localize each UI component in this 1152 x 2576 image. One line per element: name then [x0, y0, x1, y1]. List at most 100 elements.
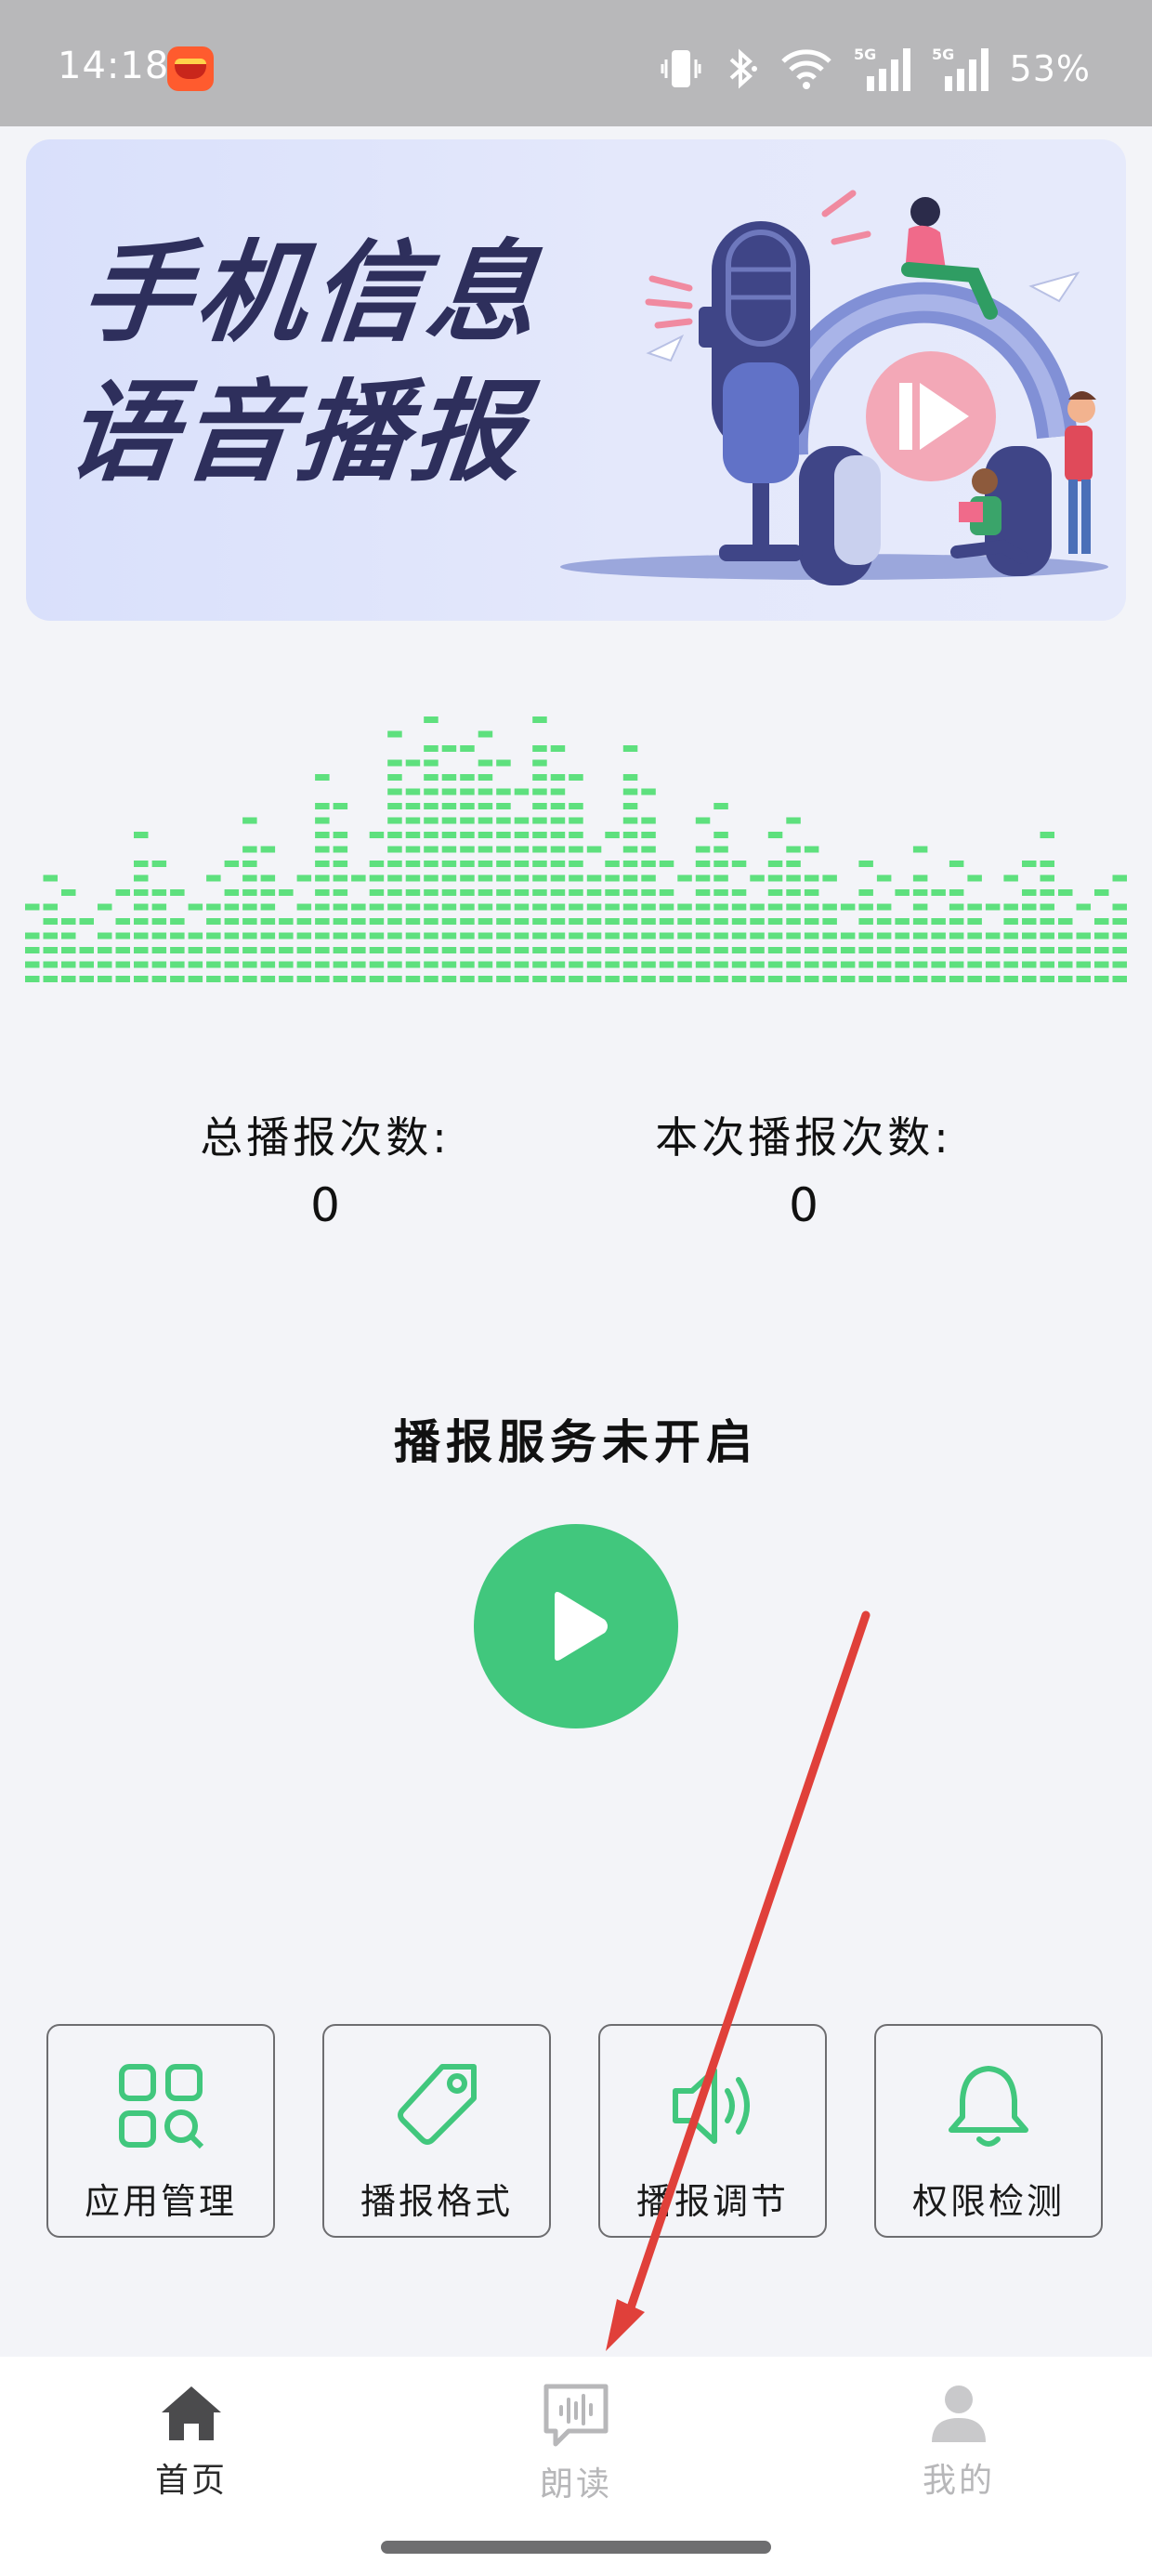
home-icon — [162, 2386, 221, 2440]
equalizer-bar — [514, 788, 530, 982]
permission-check-card[interactable]: 权限检测 — [874, 2024, 1103, 2238]
equalizer-bar — [876, 874, 892, 982]
start-service-button[interactable] — [474, 1524, 678, 1728]
banner-title-line2: 语音播报 — [59, 368, 535, 496]
nav-mine[interactable]: 我的 — [866, 2383, 1052, 2502]
app-notification-icon — [167, 46, 214, 91]
status-icons: 5G 5G 53% — [661, 41, 1091, 97]
equalizer-bar — [767, 832, 783, 982]
broadcast-adjust-card[interactable]: 播报调节 — [598, 2024, 827, 2238]
home-indicator[interactable] — [381, 2541, 771, 2554]
person-icon — [932, 2385, 986, 2442]
equalizer-bar — [622, 745, 638, 982]
banner-title: 手机信息 语音播报 — [59, 223, 550, 502]
equalizer-bar — [569, 774, 583, 982]
equalizer-bar — [260, 846, 276, 982]
session-broadcast-label: 本次播报次数: — [655, 1112, 952, 1163]
equalizer-bar — [895, 889, 910, 982]
play-icon — [555, 1592, 608, 1661]
nav-read[interactable]: 朗读 — [483, 2383, 669, 2505]
equalizer-bar — [949, 861, 964, 982]
svg-text:5G: 5G — [932, 46, 954, 63]
nav-home[interactable]: 首页 — [98, 2383, 284, 2502]
status-time: 14:18 — [58, 45, 170, 87]
broadcast-format-label: 播报格式 — [360, 2181, 513, 2222]
equalizer-bar — [115, 889, 130, 982]
equalizer-bar — [460, 745, 475, 982]
equalizer-bar — [405, 759, 421, 982]
hero-banner: 手机信息 语音播报 — [26, 139, 1126, 621]
equalizer-bar — [532, 716, 547, 982]
equalizer-bar — [967, 874, 982, 982]
tag-icon — [390, 2059, 483, 2152]
equalizer-bar — [1076, 903, 1091, 982]
equalizer-bar — [351, 874, 366, 982]
svg-text:5G: 5G — [854, 46, 876, 63]
speaker-icon — [666, 2059, 759, 2152]
equalizer-bar — [840, 903, 856, 982]
session-broadcast-value: 0 — [789, 1178, 818, 1232]
equalizer-bar — [586, 846, 602, 982]
equalizer-bar — [912, 846, 928, 982]
equalizer-bar — [931, 889, 946, 982]
nav-home-label: 首页 — [154, 2462, 228, 2500]
equalizer-bar — [677, 874, 692, 982]
total-broadcast-label: 总播报次数: — [200, 1112, 451, 1163]
feature-grid: 应用管理 播报格式 播报调节 权限检测 — [46, 2024, 1106, 2238]
equalizer-bar — [641, 788, 656, 982]
equalizer-bar — [369, 832, 385, 982]
equalizer-bar — [134, 832, 149, 982]
equalizer-bar — [550, 745, 566, 982]
equalizer-bar — [1040, 832, 1054, 982]
equalizer-bar — [496, 759, 511, 982]
wifi-icon — [779, 46, 833, 91]
equalizer-bar — [279, 889, 294, 982]
equalizer-bar — [188, 903, 203, 982]
battery-level: 53% — [1009, 48, 1091, 89]
banner-title-line1: 手机信息 — [74, 229, 550, 357]
total-broadcast-counter: 总播报次数: 0 — [186, 1104, 465, 1232]
equalizer-bar — [858, 861, 873, 982]
equalizer-bar — [750, 874, 765, 982]
vibrate-icon — [661, 46, 701, 91]
grid-search-icon — [116, 2059, 205, 2152]
equalizer-bar — [985, 903, 1001, 982]
equalizer-bar — [478, 730, 493, 982]
equalizer-bar — [424, 716, 439, 982]
equalizer-bar — [1112, 874, 1127, 982]
equalizer-bar — [242, 817, 257, 982]
equalizer-bar — [1094, 889, 1109, 982]
equalizer-visualizer — [25, 716, 1127, 982]
app-management-card[interactable]: 应用管理 — [46, 2024, 275, 2238]
bell-icon — [942, 2059, 1035, 2152]
equalizer-bar — [731, 861, 747, 982]
signal-5g-icon: 5G — [932, 45, 989, 93]
voice-message-icon — [543, 2384, 609, 2447]
broadcast-format-card[interactable]: 播报格式 — [322, 2024, 551, 2238]
equalizer-bar — [25, 903, 40, 982]
equalizer-bar — [605, 832, 620, 982]
broadcast-adjust-label: 播报调节 — [635, 2181, 789, 2222]
equalizer-bar — [804, 846, 819, 982]
equalizer-bar — [170, 889, 185, 982]
total-broadcast-value: 0 — [310, 1178, 340, 1232]
equalizer-bar — [79, 918, 94, 982]
equalizer-bar — [296, 874, 312, 982]
equalizer-bar — [206, 874, 221, 982]
equalizer-bar — [315, 774, 330, 982]
app-management-label: 应用管理 — [84, 2181, 237, 2222]
equalizer-bar — [1003, 874, 1018, 982]
nav-mine-label: 我的 — [922, 2462, 995, 2500]
equalizer-bar — [695, 817, 711, 982]
equalizer-bar — [822, 874, 837, 982]
equalizer-bar — [98, 903, 112, 982]
equalizer-bar — [713, 803, 728, 982]
banner-illustration — [560, 190, 1108, 585]
nav-read-label: 朗读 — [539, 2465, 612, 2504]
equalizer-bar — [43, 874, 58, 982]
equalizer-bar — [659, 861, 674, 982]
equalizer-bar — [224, 861, 240, 982]
equalizer-bar — [441, 745, 457, 982]
bluetooth-icon — [722, 46, 759, 91]
signal-5g-icon: 5G — [854, 45, 911, 93]
